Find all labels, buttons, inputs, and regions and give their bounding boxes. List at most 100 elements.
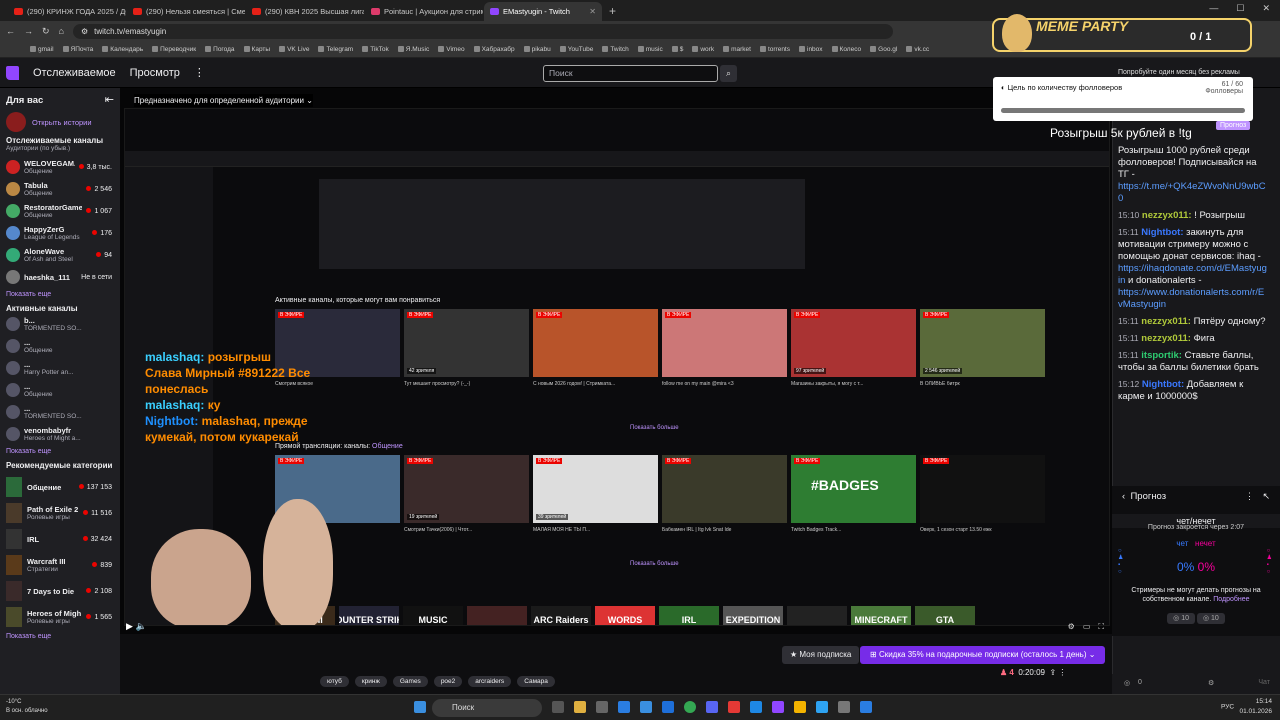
bookmark-link[interactable]: $: [672, 46, 684, 53]
show-more-link[interactable]: Показать еще: [6, 633, 120, 640]
url-field[interactable]: ⚙ twitch.tv/emastyugin: [72, 23, 893, 39]
bookmark-link[interactable]: Колесо: [832, 46, 862, 53]
stories-avatar[interactable]: [6, 112, 26, 132]
followed-channel[interactable]: HappyZerG League of Legends 176: [6, 222, 120, 244]
active-channel[interactable]: ... Общение: [6, 379, 120, 401]
category-tile[interactable]: ARC Raiders: [531, 606, 591, 625]
file-explorer-icon[interactable]: [574, 701, 586, 713]
app-icon[interactable]: [838, 701, 850, 713]
tag-pill[interactable]: poe2: [433, 676, 463, 687]
stream-card[interactable]: В ЭФИРЕ 39 зрителей МАЛАЯ МОЯ НЕ ТЫ П...: [533, 455, 658, 533]
chat-username[interactable]: Nightbot:: [1141, 227, 1183, 238]
stream-thumbnail[interactable]: В ЭФИРЕ 2 546 зрителей: [920, 309, 1045, 377]
site-info-icon[interactable]: ⚙: [81, 27, 88, 36]
stream-thumbnail[interactable]: В ЭФИРЕ: [920, 455, 1045, 523]
bookmark-link[interactable]: Twitch: [602, 46, 628, 53]
taskbar-search[interactable]: Поиск: [432, 699, 542, 717]
windows-start-icon[interactable]: [414, 701, 426, 713]
bookmark-link[interactable]: music: [638, 46, 663, 53]
tag-pill[interactable]: arcraiders: [468, 676, 512, 687]
weather-widget[interactable]: -10°C В осн. облачно: [6, 698, 48, 716]
stream-thumbnail[interactable]: В ЭФИРЕ 19 зрителей: [404, 455, 529, 523]
stream-thumbnail[interactable]: В ЭФИРЕ: [533, 309, 658, 377]
forward-icon[interactable]: →: [24, 26, 33, 36]
active-channel[interactable]: ... Harry Potter an...: [6, 357, 120, 379]
bet-option-1-button[interactable]: ◎ 10: [1167, 613, 1196, 624]
show-more-link[interactable]: Показать еще: [6, 448, 120, 455]
active-channel[interactable]: ... TORMENTED SO...: [6, 401, 120, 423]
stream-card[interactable]: В ЭФИРЕ Бабкамен IRL | Itg Ivk Snat Ide: [662, 455, 787, 533]
task-view-icon[interactable]: [552, 701, 564, 713]
learn-more-link[interactable]: Подробнее: [1213, 596, 1249, 603]
close-window-icon[interactable]: ✕: [1262, 3, 1270, 14]
audience-notice[interactable]: Предназначено для определенной аудитории…: [134, 94, 313, 107]
app-icon[interactable]: [618, 701, 630, 713]
stream-thumbnail[interactable]: В ЭФИРЕ 97 зрителей: [791, 309, 916, 377]
bookmark-link[interactable]: Vimeo: [438, 46, 464, 53]
stream-card[interactable]: В ЭФИРЕ 2 546 зрителей В ОЛИВЬЕ битрк: [920, 309, 1045, 387]
bookmark-link[interactable]: Погода: [205, 46, 234, 53]
app-icon[interactable]: [596, 701, 608, 713]
stream-thumbnail[interactable]: В ЭФИРЕ 39 зрителей: [533, 455, 658, 523]
browser-tab[interactable]: (290) КВН 2025 Высшая лига✕: [246, 2, 364, 21]
fullscreen-icon[interactable]: ⛶: [1098, 622, 1104, 632]
stream-card[interactable]: В ЭФИРЕ #BADGES Twitch Badges Track...: [791, 455, 916, 533]
reload-icon[interactable]: ↻: [42, 26, 50, 37]
search-icon[interactable]: ⌕: [720, 65, 737, 82]
browser-tab[interactable]: (290) КРИНЖ ГОДА 2025 / ДС✕: [8, 2, 126, 21]
volume-icon[interactable]: 🔈: [135, 621, 146, 631]
category-tile[interactable]: COUNTER STRIKE: [339, 606, 399, 625]
active-channel[interactable]: b... TORMENTED SO...: [6, 313, 120, 335]
clock[interactable]: 15:14 01.01.2026: [1239, 697, 1272, 717]
video-player[interactable]: Предназначено для определенной аудитории…: [120, 88, 1112, 634]
settings-icon[interactable]: ⚙: [1068, 622, 1075, 632]
bookmark-link[interactable]: Хабрахабр: [474, 46, 515, 53]
theatre-mode-icon[interactable]: ▭: [1083, 622, 1091, 632]
category-tile[interactable]: EXPEDITION: [723, 606, 783, 625]
more-icon[interactable]: ⋮: [1245, 491, 1254, 502]
app-icon[interactable]: [662, 701, 674, 713]
bookmark-link[interactable]: market: [723, 46, 751, 53]
chat-link[interactable]: https://t.me/+QK4eZWvoNnU9wbC0: [1118, 181, 1266, 204]
channel-points-icon[interactable]: ◎: [1124, 679, 1130, 687]
settings-icon[interactable]: ⚙: [1208, 679, 1214, 687]
bookmark-link[interactable]: VK Live: [279, 46, 309, 53]
my-subscription-button[interactable]: ★ Моя подписка: [782, 646, 860, 664]
discord-icon[interactable]: [706, 701, 718, 713]
home-icon[interactable]: ⌂: [59, 26, 64, 36]
search-input[interactable]: Поиск: [543, 65, 718, 82]
stream-card[interactable]: В ЭФИРЕ С новым 2026 годом! | Стримката..…: [533, 309, 658, 387]
twitch-logo-icon[interactable]: [6, 65, 19, 80]
chat-link[interactable]: https://www.donationalerts.com/r/EvMasty…: [1118, 287, 1264, 310]
category-item[interactable]: Общение 137 153: [6, 474, 120, 500]
bookmark-link[interactable]: YouTube: [560, 46, 594, 53]
telegram-icon[interactable]: [816, 701, 828, 713]
bookmark-link[interactable]: vk.cc: [906, 46, 929, 53]
gift-sub-promo-button[interactable]: ⊞ Скидка 35% на подарочные подписки (ост…: [860, 646, 1106, 664]
active-channel[interactable]: venombabyfr Heroes of Might a...: [6, 423, 120, 445]
back-icon[interactable]: ‹: [1122, 491, 1125, 502]
browser-tab[interactable]: Pointauc | Аукцион для стрим✕: [365, 2, 483, 21]
chat-send-button[interactable]: Чат: [1258, 679, 1270, 686]
app-icon[interactable]: [794, 701, 806, 713]
stream-card[interactable]: В ЭФИРЕ Оверк, 1 сезон старт 13.50 ежк: [920, 455, 1045, 533]
bookmark-link[interactable]: ЯПочта: [63, 46, 94, 53]
stream-thumbnail[interactable]: В ЭФИРЕ: [662, 455, 787, 523]
bookmark-link[interactable]: Календарь: [102, 46, 143, 53]
chat-username[interactable]: nezzyx011:: [1141, 316, 1191, 327]
close-icon[interactable]: ✕: [589, 7, 596, 16]
collapse-sidebar-icon[interactable]: ⇤: [105, 93, 114, 112]
nav-following[interactable]: Отслеживаемое: [33, 67, 116, 79]
bookmark-link[interactable]: torrents: [760, 46, 790, 53]
app-icon[interactable]: [860, 701, 872, 713]
category-item[interactable]: IRL 32 424: [6, 526, 120, 552]
minimize-icon[interactable]: —: [1209, 3, 1218, 14]
followed-channel[interactable]: haeshka_111 Не в сети: [6, 266, 120, 288]
category-tile[interactable]: MINECRAFT: [851, 606, 911, 625]
category-tile[interactable]: [787, 606, 847, 625]
stream-card[interactable]: В ЭФИРЕ follow me on my main @mira <3: [662, 309, 787, 387]
social-link[interactable]: Общение: [372, 443, 403, 450]
category-tile[interactable]: GTA: [915, 606, 975, 625]
bookmark-link[interactable]: Карты: [244, 46, 271, 53]
open-stories-link[interactable]: Открыть истории: [32, 118, 92, 127]
